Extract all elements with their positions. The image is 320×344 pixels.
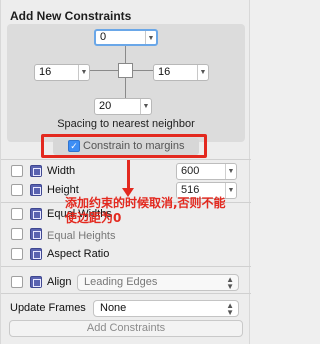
dropdown-arrow-icon[interactable]: ▼ [225,164,236,179]
equal-heights-label: Equal Heights [47,230,116,242]
add-constraints-button[interactable]: Add Constraints [9,320,243,337]
bottom-spacing-field[interactable]: 20 ▼ [94,98,152,115]
top-spacing-value: 0 [100,31,107,43]
highlight-box [41,134,207,158]
bottom-spacing-value: 20 [99,100,112,112]
dropdown-arrow-icon[interactable]: ▼ [78,65,89,80]
update-frames-select[interactable]: None ▲ ▼ [93,300,239,317]
annotation-text: 添加约束的时候取消,否则不能使边距为0 [65,196,226,225]
stepper-chevron-icon: ▲ ▼ [226,275,234,291]
dropdown-arrow-icon[interactable]: ▼ [140,99,151,114]
left-spacing-field[interactable]: 16 ▼ [34,64,90,81]
height-checkbox[interactable] [11,184,23,196]
height-value: 516 [181,184,200,196]
right-spacing-field[interactable]: 16 ▼ [153,64,209,81]
width-constraint-icon [30,165,42,177]
equal-heights-icon [30,228,42,240]
target-view-square [118,63,133,78]
align-icon [30,276,42,288]
right-spacer-line[interactable] [133,70,153,71]
stepper-chevron-icon: ▲ ▼ [226,301,234,317]
divider [1,266,251,267]
aspect-ratio-icon [30,248,42,260]
align-checkbox[interactable] [11,276,23,288]
dropdown-arrow-icon[interactable]: ▼ [197,65,208,80]
width-checkbox[interactable] [11,165,23,177]
spacing-caption: Spacing to nearest neighbor [57,118,195,130]
width-value: 600 [181,165,200,177]
align-select-value: Leading Edges [84,276,158,288]
width-value-field[interactable]: 600 ▼ [176,163,237,180]
bottom-spacer-line[interactable] [125,78,126,98]
left-spacer-line[interactable] [89,70,118,71]
divider [1,159,251,160]
dropdown-arrow-icon[interactable]: ▼ [145,31,156,44]
right-spacing-value: 16 [158,66,171,78]
height-constraint-icon [30,184,42,196]
panel-title: Add New Constraints [10,9,132,23]
left-spacing-value: 16 [39,66,52,78]
divider [1,293,251,294]
add-constraints-panel: Add New Constraints 0 ▼ 16 ▼ 16 ▼ 20 ▼ S… [0,0,251,344]
aspect-ratio-label: Aspect Ratio [47,248,110,260]
align-select[interactable]: Leading Edges ▲ ▼ [77,274,239,291]
aspect-ratio-checkbox[interactable] [11,248,23,260]
top-spacing-field[interactable]: 0 ▼ [94,29,158,46]
top-spacer-line[interactable] [125,46,126,63]
equal-widths-checkbox[interactable] [11,208,23,220]
align-label: Align [47,276,72,288]
width-label: Width [47,165,76,177]
update-frames-value: None [100,302,127,314]
equal-heights-checkbox[interactable] [11,228,23,240]
update-frames-label: Update Frames [10,302,86,314]
equal-widths-icon [30,208,42,220]
height-label: Height [47,184,79,196]
